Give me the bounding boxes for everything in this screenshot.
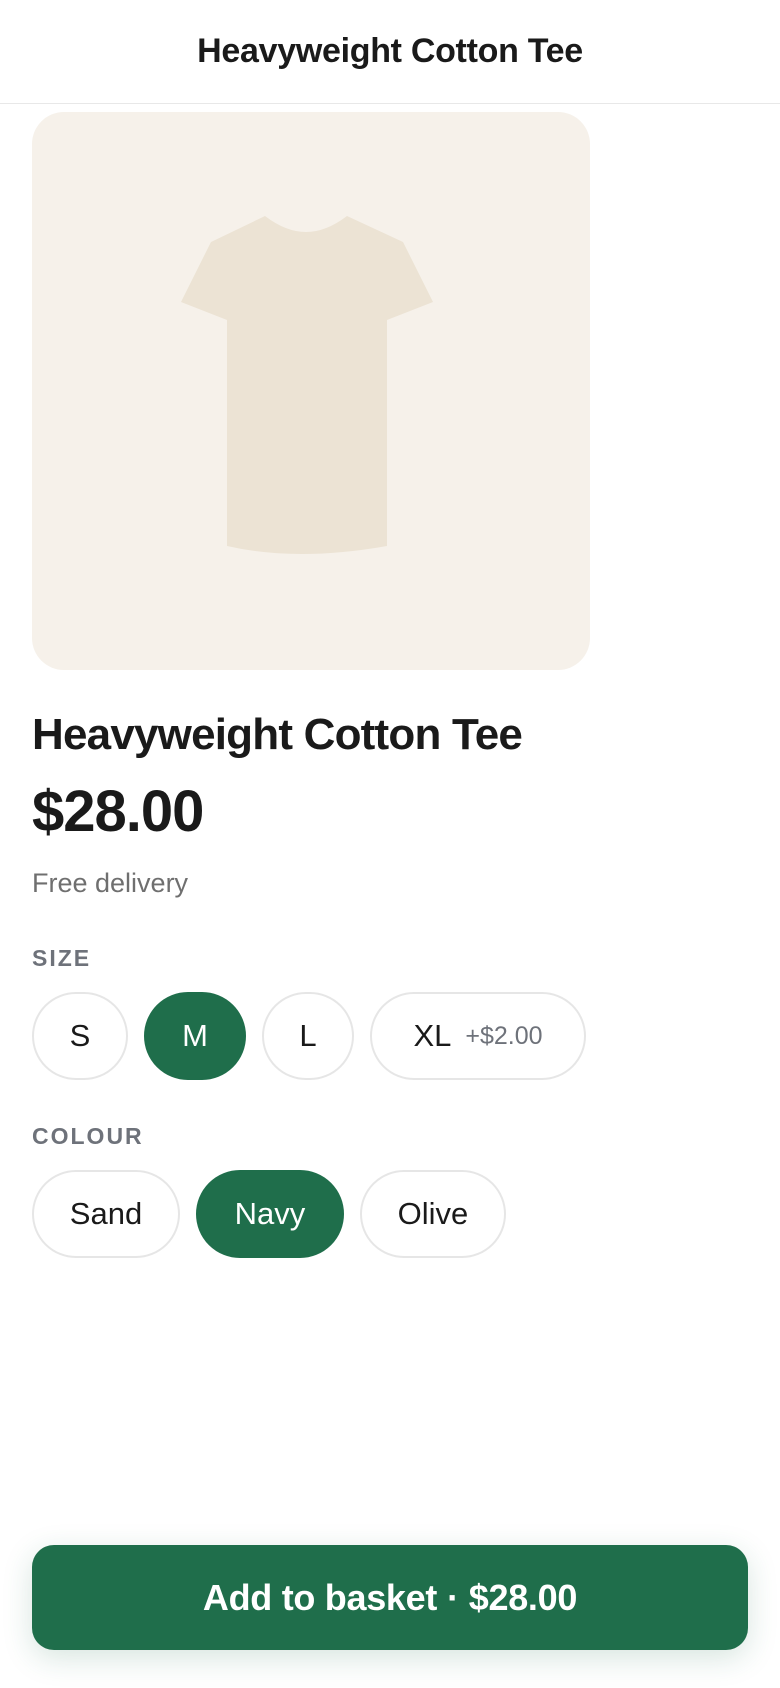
colour-option-label: Navy (234, 1196, 306, 1231)
size-option-xl[interactable]: XL +$2.00 (370, 992, 586, 1080)
colour-option-sand[interactable]: Sand (32, 1170, 180, 1258)
size-surcharge: +$2.00 (465, 1021, 543, 1050)
product-page: Heavyweight Cotton Tee Heavyweight Cotto… (0, 0, 780, 1688)
size-option-label: XL (413, 1018, 452, 1053)
add-to-basket-button[interactable]: Add to basket · $28.00 (32, 1545, 748, 1650)
size-option-l[interactable]: L (262, 992, 354, 1080)
product-image (32, 112, 590, 670)
size-options: S M L XL +$2.00 (32, 992, 586, 1080)
colour-option-label: Sand (69, 1196, 143, 1231)
cta-separator: · (447, 1576, 459, 1618)
colour-option-olive[interactable]: Olive (360, 1170, 506, 1258)
size-option-m[interactable]: M (144, 992, 246, 1080)
add-to-basket-label: Add to basket (202, 1576, 438, 1618)
size-option-label: S (69, 1018, 91, 1053)
colour-label: COLOUR (32, 1123, 144, 1149)
delivery-info: Free delivery (32, 868, 189, 898)
colour-options: Sand Navy Olive (32, 1170, 506, 1258)
add-to-basket-price: $28.00 (468, 1576, 578, 1618)
tshirt-icon (181, 216, 433, 554)
page-title: Heavyweight Cotton Tee (197, 32, 583, 70)
colour-option-label: Olive (397, 1196, 469, 1231)
size-option-s[interactable]: S (32, 992, 128, 1080)
size-label: SIZE (32, 945, 92, 971)
product-title: Heavyweight Cotton Tee (32, 710, 523, 759)
product-price: $28.00 (32, 779, 204, 844)
size-option-label: M (182, 1018, 208, 1053)
size-option-label: L (299, 1018, 317, 1053)
top-bar: Heavyweight Cotton Tee (0, 0, 780, 104)
colour-option-navy[interactable]: Navy (196, 1170, 344, 1258)
